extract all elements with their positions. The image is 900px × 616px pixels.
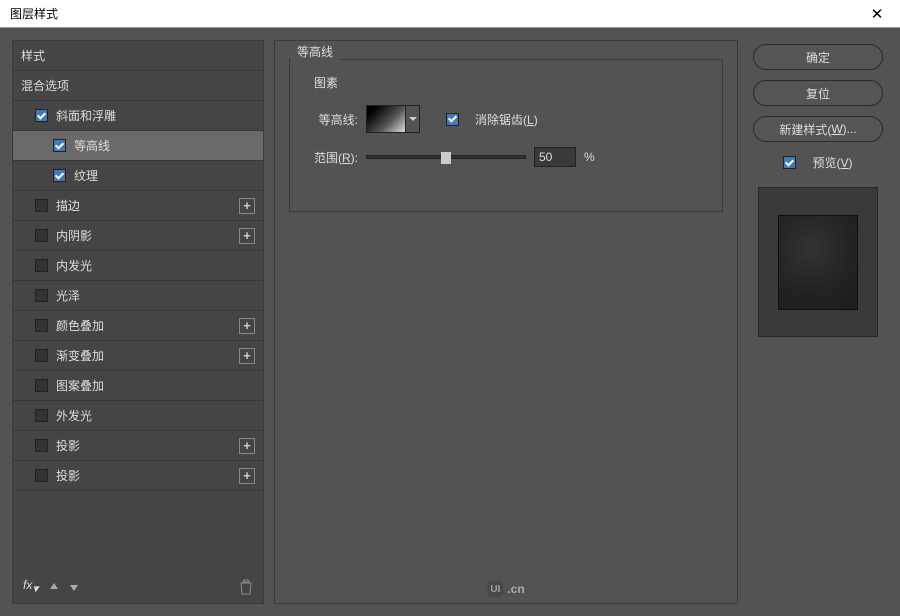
- range-unit: %: [584, 150, 595, 164]
- checkbox-pattern-overlay[interactable]: [35, 379, 48, 392]
- watermark: UI .cn: [487, 581, 524, 597]
- checkbox-gradient-overlay[interactable]: [35, 349, 48, 362]
- actions-panel: 确定 复位 新建样式(W)... 预览(V): [748, 40, 888, 604]
- checkbox-drop-shadow-2[interactable]: [35, 469, 48, 482]
- range-input[interactable]: [534, 147, 576, 167]
- preview-toggle-row: 预览(V): [783, 154, 852, 171]
- item-color-overlay[interactable]: 颜色叠加 +: [13, 311, 263, 341]
- add-stroke-icon[interactable]: +: [239, 198, 255, 214]
- checkbox-stroke[interactable]: [35, 199, 48, 212]
- range-label[interactable]: 范围(R):: [304, 149, 358, 166]
- window-title: 图层样式: [10, 5, 58, 22]
- item-bevel-emboss[interactable]: 斜面和浮雕: [13, 101, 263, 131]
- checkbox-preview[interactable]: [783, 156, 796, 169]
- item-pattern-overlay[interactable]: 图案叠加: [13, 371, 263, 401]
- add-color-overlay-icon[interactable]: +: [239, 318, 255, 334]
- styles-header[interactable]: 样式: [13, 41, 263, 71]
- checkbox-inner-shadow[interactable]: [35, 229, 48, 242]
- contour-picker[interactable]: [366, 105, 406, 133]
- range-slider[interactable]: [366, 155, 526, 159]
- add-gradient-overlay-icon[interactable]: +: [239, 348, 255, 364]
- item-outer-glow[interactable]: 外发光: [13, 401, 263, 431]
- styles-sidebar: 样式 混合选项 斜面和浮雕 等高线 纹理 描边 + 内阴影 +: [12, 40, 264, 604]
- blend-options-header[interactable]: 混合选项: [13, 71, 263, 101]
- checkbox-satin[interactable]: [35, 289, 48, 302]
- checkbox-inner-glow[interactable]: [35, 259, 48, 272]
- contour-row: 等高线: 消除锯齿(L): [304, 105, 708, 133]
- item-contour[interactable]: 等高线: [13, 131, 263, 161]
- antialias-label: 消除锯齿(L): [475, 111, 538, 128]
- item-stroke[interactable]: 描边 +: [13, 191, 263, 221]
- checkbox-color-overlay[interactable]: [35, 319, 48, 332]
- contour-label: 等高线:: [304, 111, 358, 128]
- trash-icon[interactable]: [239, 579, 253, 595]
- add-drop-shadow-2-icon[interactable]: +: [239, 468, 255, 484]
- item-texture[interactable]: 纹理: [13, 161, 263, 191]
- checkbox-texture[interactable]: [53, 169, 66, 182]
- dialog-body: 样式 混合选项 斜面和浮雕 等高线 纹理 描边 + 内阴影 +: [0, 28, 900, 616]
- checkbox-bevel[interactable]: [35, 109, 48, 122]
- reset-button[interactable]: 复位: [753, 80, 883, 106]
- sidebar-footer: fx▾: [13, 571, 263, 603]
- watermark-badge-icon: UI: [487, 581, 503, 597]
- range-row: 范围(R): %: [304, 147, 708, 167]
- add-drop-shadow-1-icon[interactable]: +: [239, 438, 255, 454]
- preview-label: 预览(V): [812, 154, 852, 171]
- new-style-button[interactable]: 新建样式(W)...: [753, 116, 883, 142]
- contour-dropdown-icon[interactable]: [406, 105, 420, 133]
- move-down-icon[interactable]: [68, 581, 80, 593]
- close-button[interactable]: ✕: [854, 0, 900, 28]
- checkbox-outer-glow[interactable]: [35, 409, 48, 422]
- checkbox-drop-shadow-1[interactable]: [35, 439, 48, 452]
- item-drop-shadow-1[interactable]: 投影 +: [13, 431, 263, 461]
- move-up-icon[interactable]: [48, 581, 60, 593]
- add-inner-shadow-icon[interactable]: +: [239, 228, 255, 244]
- checkbox-contour[interactable]: [53, 139, 66, 152]
- settings-panel: 等高线 图素 等高线: 消除锯齿(L) 范围(R):: [274, 40, 738, 604]
- group-label: 图素: [308, 74, 344, 91]
- item-inner-shadow[interactable]: 内阴影 +: [13, 221, 263, 251]
- preview-area: [758, 187, 878, 337]
- item-inner-glow[interactable]: 内发光: [13, 251, 263, 281]
- checkbox-antialias[interactable]: [446, 113, 459, 126]
- elements-group: 图素 等高线: 消除锯齿(L) 范围(R):: [289, 59, 723, 212]
- title-bar: 图层样式 ✕: [0, 0, 900, 28]
- item-gradient-overlay[interactable]: 渐变叠加 +: [13, 341, 263, 371]
- slider-thumb-icon[interactable]: [441, 152, 451, 164]
- ok-button[interactable]: 确定: [753, 44, 883, 70]
- item-satin[interactable]: 光泽: [13, 281, 263, 311]
- panel-title: 等高线: [291, 43, 339, 60]
- preview-swatch: [778, 215, 858, 310]
- fx-menu-button[interactable]: fx▾: [23, 578, 38, 595]
- item-drop-shadow-2[interactable]: 投影 +: [13, 461, 263, 491]
